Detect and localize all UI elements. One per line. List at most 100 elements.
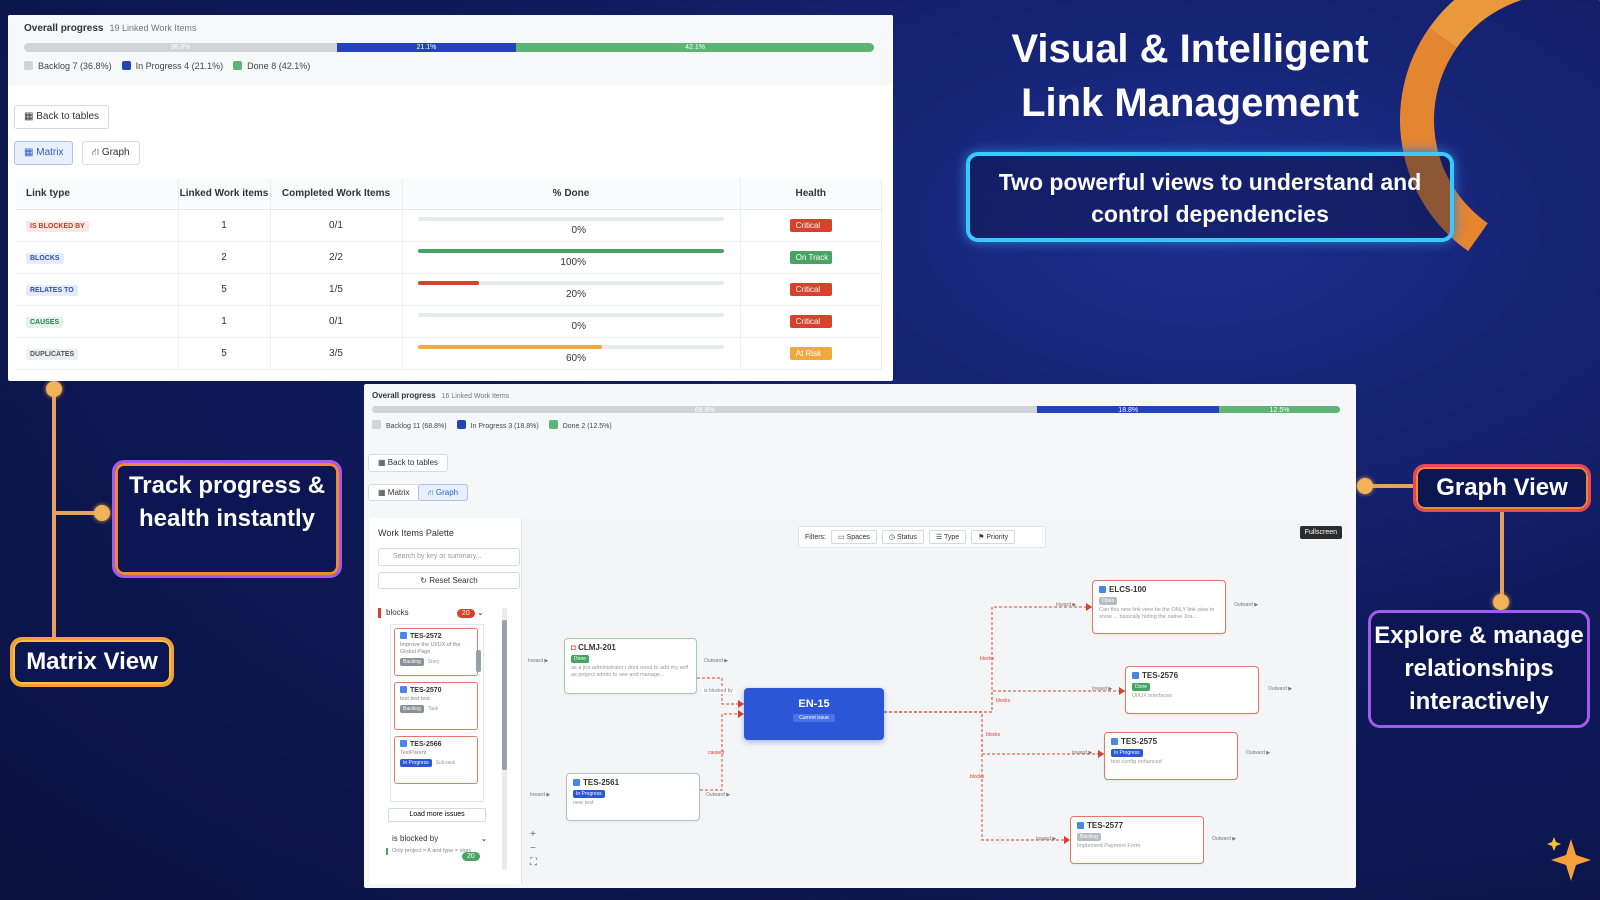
column-header: Linked Work items (178, 179, 271, 210)
group-label: is blocked by (392, 834, 439, 843)
refresh-icon: ↻ (420, 576, 430, 585)
linked-items-count: 19 Linked Work Items (109, 23, 197, 33)
node-summary: new test (573, 800, 594, 806)
completed-cell: 0/1 (270, 305, 403, 338)
task-icon (1099, 586, 1106, 593)
health-badge: On Track (789, 250, 832, 264)
palette-search-input[interactable]: Search by key or summary... (378, 548, 520, 566)
inward-handle[interactable]: Inward ▶ (1072, 750, 1092, 756)
zoom-in-icon[interactable]: + (530, 828, 537, 842)
column-header: Health (740, 179, 882, 210)
overall-progress-bar: 68.8% 18.8% 12.5% (372, 406, 1340, 413)
tab-matrix[interactable]: ▦ Matrix (14, 141, 74, 165)
reset-search-button[interactable]: ↻ Reset Search (378, 572, 520, 589)
tab-matrix[interactable]: ▦ Matrix (368, 484, 420, 501)
load-more-button[interactable]: Load more issues (388, 808, 486, 822)
task-icon (1077, 822, 1084, 829)
legend-count: 3 (18.8%) (508, 423, 539, 430)
inner-scrollbar[interactable] (476, 650, 481, 672)
scrollbar[interactable] (502, 608, 507, 870)
legend-count: 7 (36.8%) (72, 61, 112, 71)
health-badge: Critical (789, 314, 832, 328)
inward-handle[interactable]: Inward ▶ (1036, 836, 1056, 842)
tab-graph[interactable]: ⛙ Graph (418, 484, 469, 501)
tab-graph[interactable]: ⛙ Graph (82, 141, 140, 165)
inward-handle[interactable]: Inward ▶ (528, 658, 548, 664)
group-label: blocks (386, 608, 409, 617)
outward-handle[interactable]: Outward ▶ (1268, 686, 1292, 692)
progress-segment: 12.5% (1219, 406, 1340, 413)
graph-icon: ⛙ (92, 147, 102, 158)
graph-node[interactable]: ELCS-100 Open Can this new link view be … (1092, 580, 1226, 634)
table-icon: ▦ (378, 458, 388, 467)
legend-swatch (548, 420, 558, 429)
status-badge: In Progress (1111, 749, 1143, 757)
hero-title-line1: Visual & Intelligent (1011, 27, 1369, 71)
table-row[interactable]: BLOCKS 2 2/2 100% On Track (16, 241, 882, 274)
outward-handle[interactable]: Outward ▶ (704, 658, 728, 664)
palette-card[interactable]: TES-2572 Improve the UI/UX of the Global … (394, 628, 478, 676)
back-to-tables-button[interactable]: ▦ Back to tables (14, 105, 110, 129)
hero-subtitle: Two powerful views to understand and con… (966, 152, 1454, 242)
inward-handle[interactable]: Inward ▶ (530, 792, 550, 798)
inward-handle[interactable]: Inward ▶ (1092, 686, 1112, 692)
graph-node[interactable]: TES-2561 In Progress new test (566, 773, 700, 821)
legend-count: 11 (68.8%) (412, 423, 447, 430)
connector-line-explore (1500, 512, 1504, 600)
progress-segment: 68.8% (372, 406, 1038, 413)
group-blocks[interactable]: blocks 20 ⌄ (378, 608, 512, 618)
table-row[interactable]: RELATES TO 5 1/5 20% Critical (16, 273, 882, 306)
legend-item: Done 8 (42.1%) (233, 61, 310, 71)
legend-swatch (121, 61, 131, 70)
zoom-controls: + − ⛶ (530, 828, 537, 870)
table-row[interactable]: CAUSES 1 0/1 0% Critical (16, 305, 882, 338)
card-key: TES-2566 (410, 741, 442, 748)
outward-handle[interactable]: Outward ▶ (1246, 750, 1270, 756)
legend-swatch (456, 420, 466, 429)
graph-node[interactable]: TES-2575 In Progress test config enhance… (1104, 732, 1238, 780)
node-summary: as a jira administrator i dont need to a… (571, 665, 689, 678)
legend-item: Backlog 7 (36.8%) (24, 61, 112, 71)
graph-canvas[interactable]: Filters: ▭ Spaces ◷ Status ☰ Type ⚑ Prio… (522, 518, 1350, 884)
inward-handle[interactable]: Inward ▶ (1056, 602, 1076, 608)
legend-label: Done (247, 61, 269, 71)
card-summary: Improve the UI/UX of the Global Page (400, 642, 461, 655)
zoom-out-icon[interactable]: − (530, 842, 537, 856)
graph-node[interactable]: ◘ CLMJ-201 Done as a jira administrator … (564, 638, 697, 694)
completed-cell: 2/2 (270, 241, 403, 274)
group-count-badge: 20 (462, 852, 480, 861)
graph-view-panel: Overall progress 16 Linked Work Items 68.… (364, 384, 1356, 888)
percent-label: 20% (565, 289, 586, 300)
node-summary: Implement Payment Form (1077, 843, 1141, 849)
back-to-tables-button[interactable]: ▦ Back to tables (368, 454, 449, 472)
type-label: Task (427, 706, 439, 712)
linked-items-count: 16 Linked Work Items (441, 393, 510, 400)
health-cell: On Track (740, 241, 882, 274)
linked-count-cell: 5 (178, 337, 271, 370)
table-row[interactable]: DUPLICATES 5 3/5 60% At Risk (16, 337, 882, 370)
chevron-down-icon: ⌄ (476, 608, 484, 617)
legend-swatch (24, 61, 33, 70)
progress-fill (418, 345, 602, 350)
fit-view-icon[interactable]: ⛶ (530, 856, 537, 870)
table-row[interactable]: IS BLOCKED BY 1 0/1 0% Critical (16, 209, 882, 242)
progress-track (418, 281, 724, 286)
overall-progress-title: Overall progress 16 Linked Work Items (372, 391, 510, 400)
task-icon (573, 779, 580, 786)
legend-item: Done 2 (12.5%) (548, 420, 612, 430)
outward-handle[interactable]: Outward ▶ (1234, 602, 1258, 608)
callout-track: Track progress & health instantly (112, 460, 342, 578)
table-icon: ▦ (24, 111, 37, 122)
legend-label: Backlog (38, 61, 71, 71)
percent-done-cell: 20% (402, 273, 741, 306)
outward-handle[interactable]: Outward ▶ (706, 792, 730, 798)
palette-card[interactable]: TES-2570 test test test Backlog Task (394, 682, 478, 730)
outward-handle[interactable]: Outward ▶ (1212, 836, 1236, 842)
palette-card[interactable]: TES-2566 TestParent In Progress Sub-task (394, 736, 478, 784)
card-key-row: TES-2566 (400, 740, 472, 748)
table-header-row: Link type Linked Work items Completed Wo… (16, 179, 882, 210)
graph-node[interactable]: TES-2576 Done UI/UX interfaces (1125, 666, 1259, 714)
current-issue-node[interactable]: EN-15 Current issue (744, 688, 884, 740)
graph-node[interactable]: TES-2577 Backlog Implement Payment Form (1070, 816, 1204, 864)
group-is-blocked-by[interactable]: is blocked by ⌄ (378, 834, 512, 843)
